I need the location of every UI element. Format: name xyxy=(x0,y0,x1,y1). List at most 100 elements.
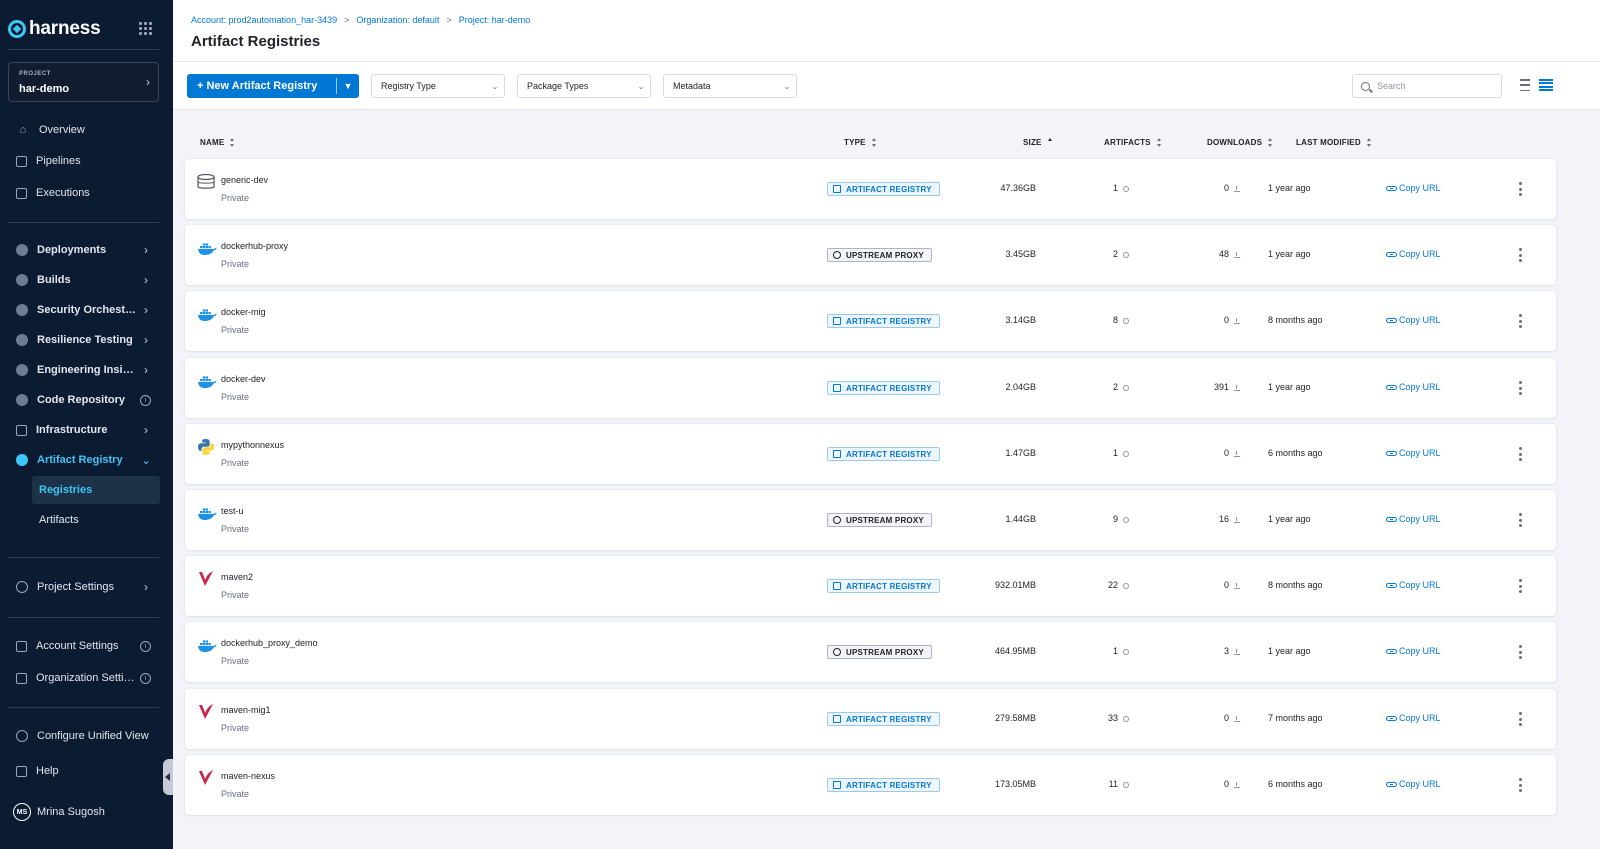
app-switcher-icon[interactable] xyxy=(139,22,152,35)
sidebar-item-user-profile[interactable]: MS Mrina Sugosh xyxy=(8,800,159,824)
link-icon xyxy=(1386,781,1397,787)
sidebar-item-project-settings[interactable]: Project Settings › xyxy=(8,575,159,599)
column-header-size[interactable]: SIZE xyxy=(1023,138,1053,147)
sidebar-item-code-repository[interactable]: Code Repository i xyxy=(8,388,159,412)
registry-size: 2.04GB xyxy=(1005,382,1036,392)
sidebar-item-label: Project Settings xyxy=(37,581,115,593)
user-name: Mrina Sugosh xyxy=(37,806,105,818)
more-options-icon[interactable] xyxy=(1518,381,1522,395)
breadcrumb-organization[interactable]: Organization: default xyxy=(356,15,439,25)
copy-url-link[interactable]: Copy URL xyxy=(1386,249,1441,259)
table-row[interactable]: dockerhub-proxy Private UPSTREAM PROXY 3.45… xyxy=(185,225,1556,285)
table-row[interactable]: generic-dev Private ARTIFACT REGISTRY 47.36… xyxy=(185,159,1556,219)
info-icon[interactable]: i xyxy=(140,672,151,684)
link-icon xyxy=(1386,516,1397,522)
copy-url-link[interactable]: Copy URL xyxy=(1386,448,1441,458)
sidebar-item-artifact-registry[interactable]: Artifact Registry ⌄ xyxy=(8,448,159,472)
copy-url-link[interactable]: Copy URL xyxy=(1386,580,1441,590)
registry-visibility: Private xyxy=(221,723,250,733)
sidebar-item-executions[interactable]: Executions xyxy=(8,181,159,205)
sidebar-item-resilience-testing[interactable]: Resilience Testing › xyxy=(8,328,159,352)
chevron-down-icon[interactable]: ▼ xyxy=(337,81,359,91)
copy-url-link[interactable]: Copy URL xyxy=(1386,646,1441,656)
home-icon: ⌂ xyxy=(19,124,27,136)
registry-name[interactable]: dockerhub_proxy_demo xyxy=(221,638,318,648)
sidebar-item-security-orchestration[interactable]: Security Orchestrat... › xyxy=(8,298,159,322)
more-options-icon[interactable] xyxy=(1518,712,1522,726)
sidebar-item-organization-settings[interactable]: Organization Settings i xyxy=(8,666,159,690)
table-row[interactable]: maven-nexus Private ARTIFACT REGISTRY 173.0… xyxy=(185,755,1556,815)
last-modified: 8 months ago xyxy=(1268,315,1323,325)
sidebar-item-pipelines[interactable]: Pipelines xyxy=(8,149,159,173)
registry-name[interactable]: test-u xyxy=(221,506,244,516)
info-icon[interactable]: i xyxy=(140,394,151,406)
sidebar-item-overview[interactable]: ⌂ Overview xyxy=(8,118,159,142)
artifact-registry-icon xyxy=(833,582,841,590)
copy-url-link[interactable]: Copy URL xyxy=(1386,183,1441,193)
sidebar-item-configure-unified-view[interactable]: Configure Unified View xyxy=(8,724,159,748)
new-artifact-registry-button[interactable]: + New Artifact Registry ▼ xyxy=(187,74,359,98)
copy-url-link[interactable]: Copy URL xyxy=(1386,315,1441,325)
collapse-sidebar-handle[interactable] xyxy=(163,759,173,795)
column-header-artifacts[interactable]: ARTIFACTS xyxy=(1104,138,1162,147)
registry-name[interactable]: docker-mig xyxy=(221,307,266,317)
column-header-last-modified[interactable]: LAST MODIFIED xyxy=(1296,138,1372,147)
table-row[interactable]: maven-mig1 Private ARTIFACT REGISTRY 279.58… xyxy=(185,689,1556,749)
more-options-icon[interactable] xyxy=(1518,778,1522,792)
search-input[interactable] xyxy=(1377,81,1487,91)
list-view-icon[interactable] xyxy=(1516,79,1530,91)
more-options-icon[interactable] xyxy=(1518,513,1522,527)
copy-url-link[interactable]: Copy URL xyxy=(1386,514,1441,524)
docker-icon xyxy=(197,504,217,522)
harness-logo[interactable]: harness xyxy=(8,16,101,42)
table-row[interactable]: test-u Private UPSTREAM PROXY 1.44GB 9 16 1 ye… xyxy=(185,490,1556,550)
copy-url-link[interactable]: Copy URL xyxy=(1386,779,1441,789)
table-row[interactable]: docker-mig Private ARTIFACT REGISTRY 3.14GB… xyxy=(185,291,1556,351)
table-row[interactable]: docker-dev Private ARTIFACT REGISTRY 2.04GB… xyxy=(185,358,1556,418)
table-row[interactable]: mypythonnexus Private ARTIFACT REGISTRY 1.4… xyxy=(185,424,1556,484)
column-header-name[interactable]: NAME xyxy=(200,138,235,147)
info-icon[interactable]: i xyxy=(140,640,151,652)
sidebar-item-help[interactable]: Help xyxy=(8,759,159,783)
registry-visibility: Private xyxy=(221,656,250,666)
sidebar-subitem-artifacts[interactable]: Artifacts xyxy=(32,506,160,534)
table-row[interactable]: maven2 Private ARTIFACT REGISTRY 932.01MB 22… xyxy=(185,556,1556,616)
registry-name[interactable]: maven-mig1 xyxy=(221,705,271,715)
registry-name[interactable]: generic-dev xyxy=(221,175,268,185)
project-selector[interactable]: PROJECT har-demo › xyxy=(8,62,159,102)
table-view-icon[interactable] xyxy=(1539,79,1553,91)
table-row[interactable]: dockerhub_proxy_demo Private UPSTREAM PROX… xyxy=(185,622,1556,682)
sidebar-item-account-settings[interactable]: Account Settings i xyxy=(8,634,159,658)
sort-icon xyxy=(1268,138,1273,147)
more-options-icon[interactable] xyxy=(1518,182,1522,196)
search-box[interactable] xyxy=(1352,74,1502,98)
column-header-type[interactable]: TYPE xyxy=(844,138,877,147)
registry-name[interactable]: docker-dev xyxy=(221,374,266,384)
sidebar-item-engineering-insights[interactable]: Engineering Insights › xyxy=(8,358,159,382)
more-options-icon[interactable] xyxy=(1518,579,1522,593)
column-header-downloads[interactable]: DOWNLOADS xyxy=(1207,138,1273,147)
link-icon xyxy=(1386,582,1397,588)
sidebar-subitem-registries[interactable]: Registries xyxy=(32,476,160,504)
breadcrumb-project[interactable]: Project: har-demo xyxy=(459,15,531,25)
sidebar-item-builds[interactable]: Builds › xyxy=(8,268,159,292)
package-types-dropdown[interactable]: Package Types ⌄ xyxy=(517,74,651,98)
registry-type-dropdown[interactable]: Registry Type ⌄ xyxy=(371,74,505,98)
sidebar-item-deployments[interactable]: Deployments › xyxy=(8,238,159,262)
sidebar-item-infrastructure[interactable]: Infrastructure › xyxy=(8,418,159,442)
copy-url-link[interactable]: Copy URL xyxy=(1386,382,1441,392)
sidebar-item-label: Resilience Testing xyxy=(37,334,133,346)
metadata-label: Metadata xyxy=(673,81,711,91)
more-options-icon[interactable] xyxy=(1518,447,1522,461)
registry-name[interactable]: mypythonnexus xyxy=(221,440,284,450)
more-options-icon[interactable] xyxy=(1518,314,1522,328)
copy-url-link[interactable]: Copy URL xyxy=(1386,713,1441,723)
copy-url-label: Copy URL xyxy=(1399,779,1441,789)
metadata-dropdown[interactable]: Metadata ⌄ xyxy=(663,74,797,98)
registry-name[interactable]: maven2 xyxy=(221,572,253,582)
more-options-icon[interactable] xyxy=(1518,248,1522,262)
registry-name[interactable]: maven-nexus xyxy=(221,771,275,781)
more-options-icon[interactable] xyxy=(1518,645,1522,659)
registry-name[interactable]: dockerhub-proxy xyxy=(221,241,288,251)
breadcrumb-account[interactable]: Account: prod2automation_har-3439 xyxy=(191,15,337,25)
